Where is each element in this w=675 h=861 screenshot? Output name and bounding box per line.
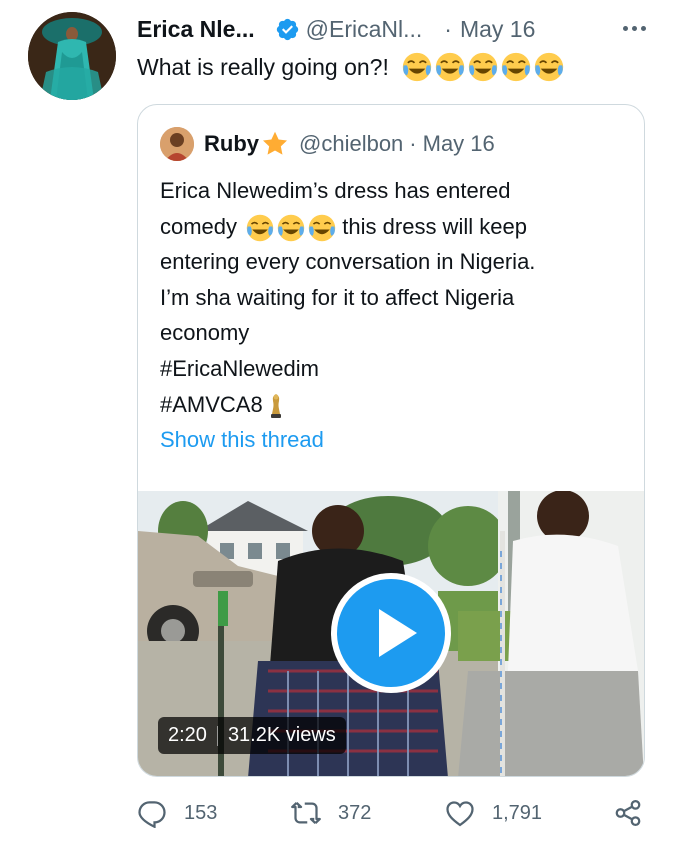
badge-divider	[216, 725, 218, 746]
video-duration: 2:20	[168, 724, 207, 746]
retweet-count: 372	[338, 801, 372, 824]
quoted-text-line: entering every conversation in Nigeria.	[160, 249, 536, 275]
quoted-avatar[interactable]	[160, 127, 194, 161]
reply-count: 153	[184, 801, 218, 824]
trophy-emoji	[270, 393, 281, 418]
verified-badge-icon	[276, 18, 298, 40]
play-icon[interactable]	[329, 571, 453, 695]
like-button[interactable]: 1,791	[445, 798, 542, 828]
joy-emoji	[246, 214, 274, 242]
hashtag-link[interactable]: #EricaNlewedim	[160, 351, 630, 387]
share-button[interactable]	[613, 798, 643, 828]
quoted-text-fragment: comedy	[160, 213, 238, 239]
joy-emoji	[402, 52, 432, 82]
quoted-text: Erica Nlewedim’s dress has entered comed…	[160, 173, 630, 422]
video-views: 31.2K views	[227, 724, 336, 746]
hashtag-line: #AMVCA8	[160, 387, 630, 423]
show-thread-link[interactable]: Show this thread	[160, 427, 324, 453]
hashtag-link[interactable]: #AMVCA8	[160, 392, 263, 417]
share-icon	[615, 800, 641, 826]
tweet-text: What is really going on?!	[137, 52, 564, 82]
quoted-author-handle[interactable]: @chielbon	[299, 131, 403, 157]
joy-emoji	[501, 52, 531, 82]
like-count: 1,791	[492, 801, 543, 824]
quoted-text-fragment: this dress will keep	[342, 213, 527, 239]
quoted-tweet[interactable]: Ruby @chielbon · May 16 Erica Nlewedim’s…	[137, 104, 645, 777]
joy-emoji	[435, 52, 465, 82]
tweet-text-content: What is really going on?!	[137, 53, 389, 80]
quoted-date[interactable]: May 16	[423, 131, 495, 157]
quoted-author-name[interactable]: Ruby	[204, 131, 259, 157]
more-dots-icon[interactable]	[617, 14, 651, 42]
tweet-header: Erica Nle... @EricaNl... · May 16	[137, 12, 651, 46]
heart-icon	[446, 801, 474, 827]
quoted-text-line: Erica Nlewedim’s dress has entered	[160, 178, 511, 203]
tweet-date[interactable]: May 16	[460, 16, 535, 43]
quoted-text-line: economy	[160, 320, 250, 346]
quoted-header: Ruby @chielbon · May 16	[160, 127, 495, 161]
joy-emoji	[534, 52, 564, 82]
reply-icon	[138, 801, 166, 828]
video-player[interactable]: 2:20 31.2K views	[138, 491, 644, 776]
joy-emoji	[468, 52, 498, 82]
quoted-text-line: comedy this dress will keep	[160, 209, 630, 245]
quoted-text-line: I’m sha waiting for it to affect Nigeria	[160, 284, 515, 310]
video-stats-badge: 2:20 31.2K views	[158, 717, 346, 754]
retweet-icon	[291, 802, 321, 824]
date-separator: ·	[444, 15, 452, 42]
reply-button[interactable]: 153	[137, 798, 217, 828]
author-handle[interactable]: @EricaNl...	[306, 16, 423, 43]
action-bar: 153 372 1,791	[137, 798, 647, 834]
author-name[interactable]: Erica Nle...	[137, 16, 255, 43]
author-avatar[interactable]	[28, 12, 116, 100]
joy-emoji	[308, 214, 336, 242]
star-emoji	[262, 131, 288, 155]
quoted-date-separator: ·	[409, 131, 417, 156]
retweet-button[interactable]: 372	[291, 798, 371, 828]
joy-emoji	[277, 214, 305, 242]
